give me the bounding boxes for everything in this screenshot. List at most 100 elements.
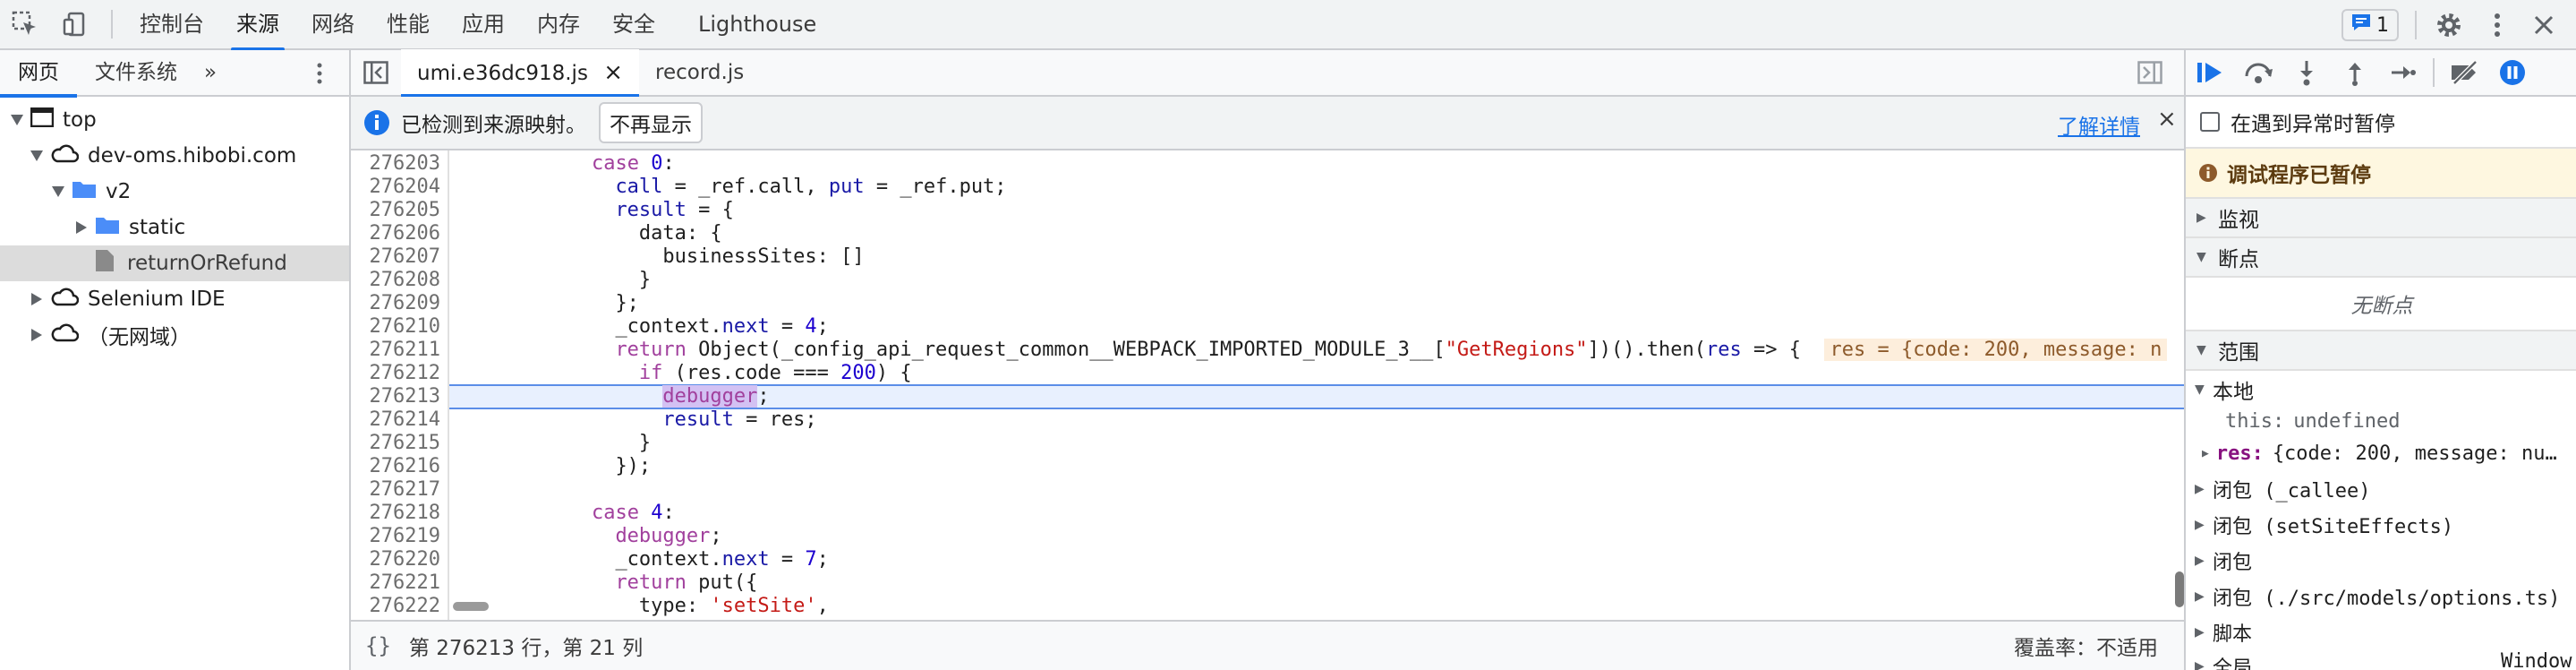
horizontal-scrollbar[interactable] [453, 602, 489, 611]
learn-more-link[interactable]: 了解详情 [2058, 109, 2140, 140]
device-toolbar-icon[interactable] [50, 0, 100, 49]
line-number[interactable]: 276208 [351, 269, 440, 292]
closure-label: 闭包 (_callee) [2213, 480, 2371, 502]
tab-security[interactable]: 安全 [596, 0, 671, 49]
tree-item-domain[interactable]: dev-oms.hibobi.com [0, 138, 349, 174]
code-line: result = res; [449, 408, 2184, 432]
collapsed-triangle-icon: ▶ [2195, 518, 2205, 532]
code-token: 4 [651, 502, 663, 524]
issues-badge[interactable]: 1 [2341, 9, 2399, 41]
tab-filesystem[interactable]: 文件系统 [77, 49, 195, 96]
line-number[interactable]: 276205 [351, 199, 440, 222]
tab-sources[interactable]: 来源 [220, 0, 295, 51]
resume-icon[interactable] [2186, 50, 2234, 96]
close-infobar-icon[interactable]: × [2157, 106, 2177, 133]
closure-row[interactable]: ▶ 闭包 (setSiteEffects) [2186, 507, 2576, 543]
more-options-icon[interactable] [2479, 7, 2515, 43]
vertical-scrollbar[interactable] [2175, 571, 2184, 607]
toggle-debugger-icon[interactable] [2137, 61, 2164, 86]
tab-network[interactable]: 网络 [295, 0, 371, 49]
pretty-print-button[interactable]: {} [365, 633, 391, 658]
code-area[interactable]: 276203 276204 276205 276206 276207 276208 2762… [351, 150, 2184, 670]
collapsed-triangle-icon: ▶ [2195, 659, 2205, 670]
tab-memory[interactable]: 内存 [521, 0, 596, 49]
code-token: return [615, 571, 699, 594]
line-number[interactable]: 276213 [351, 385, 440, 408]
deactivate-breakpoints-icon[interactable] [2440, 50, 2488, 96]
expanded-triangle-icon: ▼ [2196, 343, 2206, 357]
line-number[interactable]: 276209 [351, 292, 440, 315]
script-scope-row[interactable]: ▶ 脚本 [2186, 614, 2576, 650]
tree-item-v2[interactable]: v2 [0, 174, 349, 210]
code-token: type: [638, 595, 711, 617]
scope-this-row[interactable]: this: undefined [2186, 405, 2576, 437]
code-line: result = { [449, 199, 2184, 222]
tree-item-top[interactable]: top [0, 102, 349, 138]
close-devtools-icon[interactable] [2526, 7, 2562, 43]
step-out-icon[interactable] [2331, 50, 2379, 96]
line-number[interactable]: 276221 [351, 571, 440, 595]
tree-item-selenium[interactable]: Selenium IDE [0, 281, 349, 317]
tab-page[interactable]: 网页 [0, 49, 77, 98]
line-number[interactable]: 276214 [351, 408, 440, 432]
code-token: } [638, 269, 652, 291]
code-line: call = _ref.call, put = _ref.put; [449, 176, 2184, 199]
breakpoints-section-header[interactable]: ▼ 断点 [2186, 238, 2576, 278]
pause-on-exceptions-row[interactable]: 在遇到异常时暂停 [2186, 97, 2576, 147]
line-number[interactable]: 276206 [351, 222, 440, 245]
line-number-gutter[interactable]: 276203 276204 276205 276206 276207 276208 2762… [351, 150, 449, 670]
code-token: ; [757, 385, 770, 408]
toolbar-divider [2415, 11, 2417, 39]
watch-section-header[interactable]: ▶ 监视 [2186, 199, 2576, 238]
line-number[interactable]: 276211 [351, 339, 440, 362]
code-line: businessSites: [] [449, 245, 2184, 269]
dont-show-again-button[interactable]: 不再显示 [599, 102, 703, 143]
paused-message: 调试程序已暂停 [2227, 164, 2371, 187]
line-number[interactable]: 276217 [351, 478, 440, 502]
step-into-icon[interactable] [2282, 50, 2331, 96]
tree-item-no-domain[interactable]: （无网域） [0, 317, 349, 353]
scope-res-row[interactable]: ▶ res: {code: 200, message: nu… [2186, 437, 2576, 469]
line-number[interactable]: 276210 [351, 315, 440, 339]
global-scope-row[interactable]: ▶ 全局 Window [2186, 649, 2576, 670]
line-number[interactable]: 276215 [351, 432, 440, 455]
tab-performance[interactable]: 性能 [371, 0, 446, 49]
tree-item-returnorrefund[interactable]: returnOrRefund [0, 245, 349, 281]
line-number[interactable]: 276216 [351, 455, 440, 478]
scope-section-header[interactable]: ▼ 范围 [2186, 331, 2576, 371]
debugger-toolbar [2186, 50, 2576, 97]
tab-lighthouse[interactable]: Lighthouse [682, 0, 832, 49]
line-number[interactable]: 276220 [351, 548, 440, 571]
line-number[interactable]: 276219 [351, 525, 440, 548]
line-number[interactable]: 276218 [351, 502, 440, 525]
pause-on-exceptions-checkbox[interactable] [2200, 112, 2220, 132]
step-icon[interactable] [2379, 50, 2427, 96]
line-number[interactable]: 276212 [351, 362, 440, 385]
toggle-navigator-icon[interactable] [351, 49, 401, 96]
close-tab-icon[interactable]: × [603, 59, 623, 86]
line-number[interactable]: 276222 [351, 595, 440, 618]
collapsed-triangle-icon: ▶ [2196, 210, 2206, 225]
tab-application[interactable]: 应用 [446, 0, 521, 49]
line-number[interactable]: 276203 [351, 152, 440, 176]
settings-gear-icon[interactable] [2431, 7, 2467, 43]
code-line: } [449, 269, 2184, 292]
closure-row[interactable]: ▶ 闭包 (_callee) [2186, 471, 2576, 507]
file-tab-umi[interactable]: umi.e36dc918.js × [401, 49, 640, 98]
line-number[interactable]: 276204 [351, 176, 440, 199]
step-over-icon[interactable] [2234, 50, 2282, 96]
closure-row[interactable]: ▶ 闭包 (./src/models/options.ts) [2186, 579, 2576, 614]
more-tabs-chevron[interactable]: » [195, 49, 226, 96]
file-tab-record[interactable]: record.js [639, 49, 760, 96]
pause-on-exceptions-icon[interactable] [2488, 50, 2537, 96]
frame-icon [30, 107, 55, 133]
line-number[interactable]: 276207 [351, 245, 440, 269]
closure-row[interactable]: ▶ 闭包 [2186, 543, 2576, 579]
tab-console[interactable]: 控制台 [124, 0, 220, 49]
tree-item-static[interactable]: static [0, 210, 349, 245]
scope-local-row[interactable]: ▼ 本地 [2186, 373, 2576, 407]
navigator-menu-icon[interactable] [315, 60, 333, 87]
inspect-element-icon[interactable] [0, 0, 50, 49]
